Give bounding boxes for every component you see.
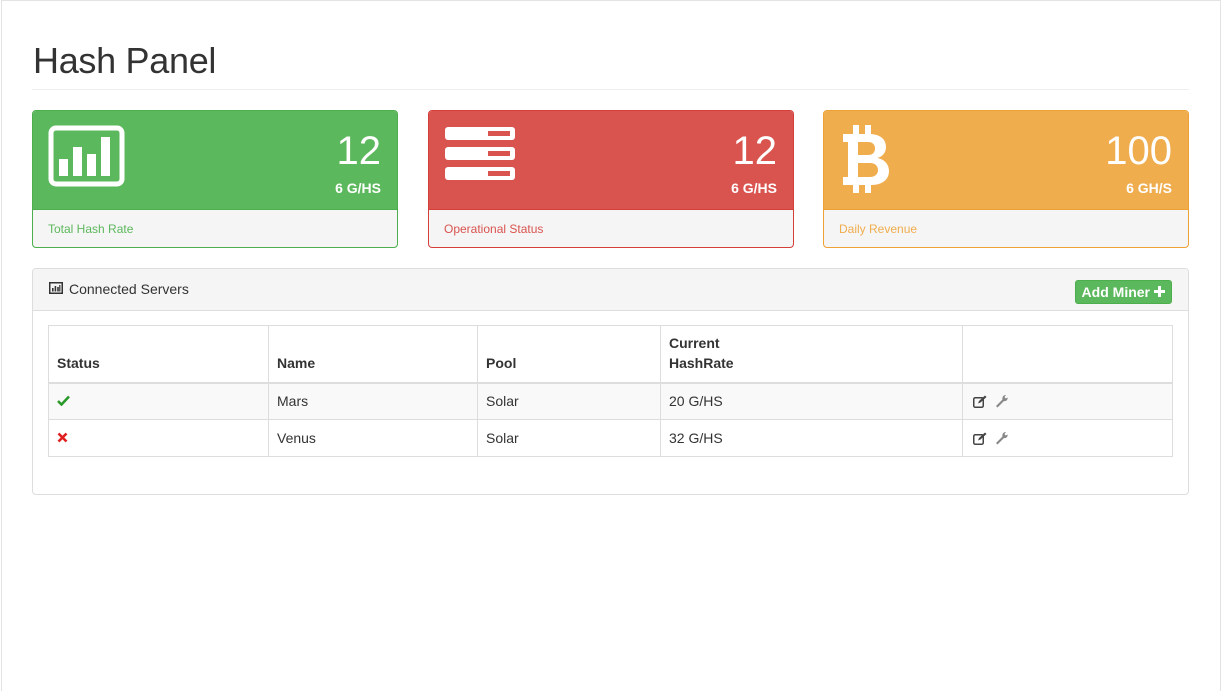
bar-chart-icon: [48, 125, 125, 192]
name-cell: Venus: [268, 419, 478, 457]
edit-icon[interactable]: [973, 432, 987, 445]
actions-cell: [962, 419, 1173, 457]
status-cell: [48, 382, 269, 420]
column-header-current-hashrate-label: Current HashRate: [669, 334, 734, 371]
bar-chart-icon: [49, 281, 63, 297]
name-cell: Mars: [268, 382, 478, 420]
page-title: Hash Panel: [33, 40, 217, 81]
panel-header: Connected Servers Add Miner: [33, 269, 1188, 311]
stat-value: 12: [336, 129, 382, 173]
add-miner-button[interactable]: Add Miner: [1074, 280, 1172, 304]
panel-title-text: Connected Servers: [69, 281, 189, 297]
column-header-status[interactable]: Status: [48, 325, 269, 384]
column-header-pool[interactable]: Pool: [477, 325, 661, 384]
wrench-icon[interactable]: [995, 431, 1009, 445]
add-miner-label: Add Miner: [1081, 284, 1150, 300]
stat-panel-daily-revenue: 100 6 GH/S Daily Revenue: [823, 110, 1189, 248]
stat-subvalue: 6 G/HS: [335, 180, 381, 196]
stat-label[interactable]: Operational Status: [429, 209, 793, 247]
stat-panel-operational-status: 12 6 G/HS Operational Status: [428, 110, 794, 248]
stat-label[interactable]: Daily Revenue: [824, 209, 1188, 247]
actions-cell: [962, 382, 1173, 420]
stat-label[interactable]: Total Hash Rate: [33, 209, 397, 247]
table-row[interactable]: Venus Solar 32 G/HS: [48, 419, 1173, 457]
stat-subvalue: 6 GH/S: [1126, 180, 1172, 196]
stat-value: 100: [1105, 129, 1172, 173]
connected-servers-panel: Connected Servers Add Miner Status Name …: [32, 268, 1189, 495]
stat-value: 12: [732, 129, 778, 173]
table-header-row: Status Name Pool Current HashRate: [48, 325, 1173, 384]
edit-icon[interactable]: [973, 395, 987, 408]
pool-cell: Solar: [477, 382, 661, 420]
column-header-actions: [962, 325, 1173, 384]
stat-subvalue: 6 G/HS: [731, 180, 777, 196]
title-divider: [32, 89, 1189, 90]
bitcoin-icon: [839, 125, 891, 198]
servers-table: Status Name Pool Current HashRate Mars S…: [48, 325, 1173, 457]
stat-panel-total-hash-rate: 12 6 G/HS Total Hash Rate: [32, 110, 398, 248]
cross-icon: [57, 430, 68, 446]
wrench-icon[interactable]: [995, 394, 1009, 408]
column-header-name[interactable]: Name: [268, 325, 478, 384]
table-row[interactable]: Mars Solar 20 G/HS: [48, 382, 1173, 420]
plus-icon: [1154, 281, 1165, 303]
status-cell: [48, 419, 269, 457]
hashrate-cell: 20 G/HS: [660, 382, 963, 420]
check-icon: [57, 393, 70, 409]
server-icon: [444, 125, 516, 188]
column-header-current-hashrate[interactable]: Current HashRate: [660, 325, 963, 384]
panel-title: Connected Servers: [49, 281, 189, 297]
hashrate-cell: 32 G/HS: [660, 419, 963, 457]
pool-cell: Solar: [477, 419, 661, 457]
